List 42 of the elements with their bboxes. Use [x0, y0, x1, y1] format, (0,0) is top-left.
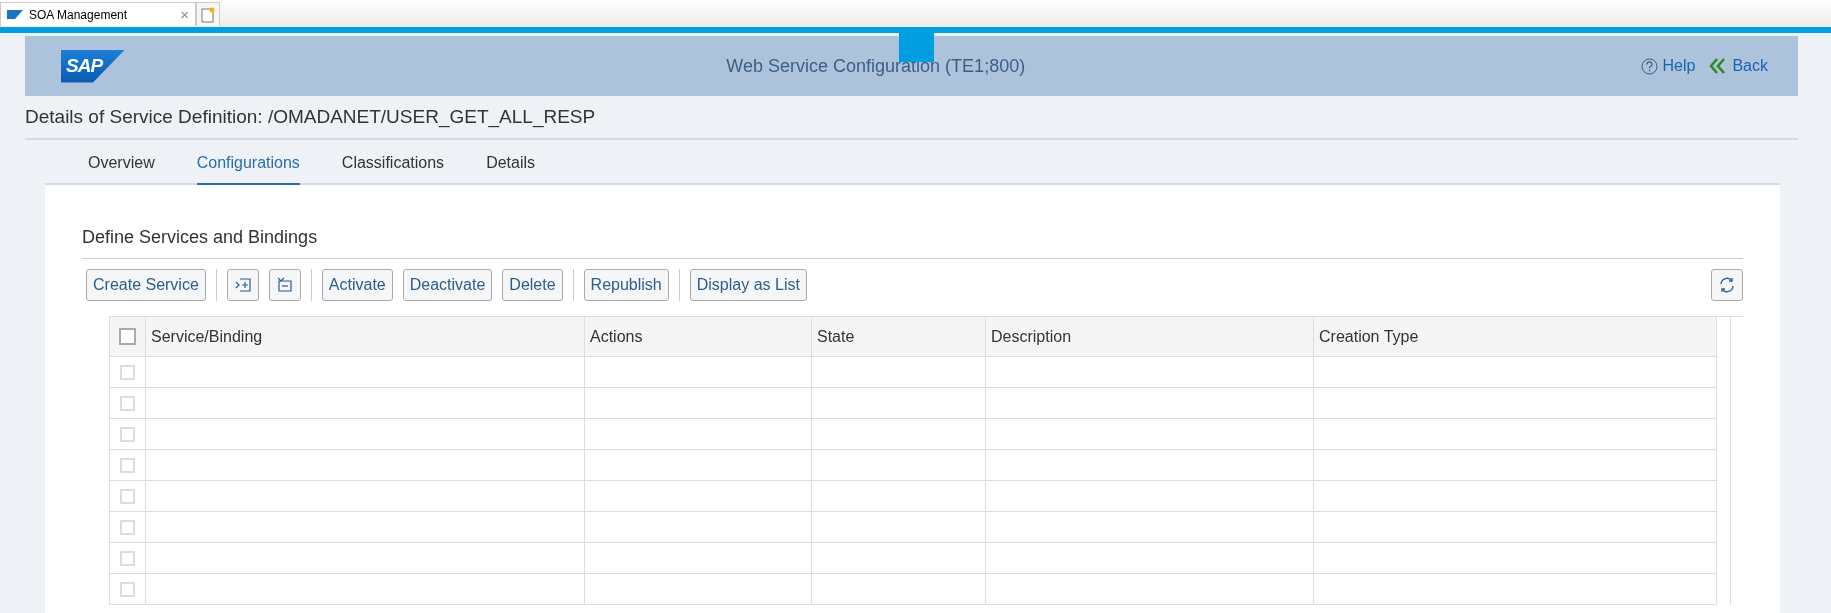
- toolbar-button[interactable]: Deactivate: [402, 269, 493, 301]
- row-checkbox[interactable]: [120, 395, 135, 411]
- row-checkbox[interactable]: [120, 426, 135, 442]
- row-checkbox[interactable]: [120, 581, 135, 597]
- sap-logo: SAP: [61, 49, 125, 83]
- section-title: Define Services and Bindings: [82, 185, 1743, 259]
- row-checkbox[interactable]: [120, 519, 135, 535]
- tab[interactable]: Classifications: [341, 154, 445, 185]
- column-header: Service/Binding: [146, 317, 585, 357]
- double-chevron-left-icon: [1709, 58, 1728, 74]
- toolbar-button[interactable]: Create Service: [86, 269, 206, 301]
- toolbar-button[interactable]: Delete: [502, 269, 563, 301]
- back-link[interactable]: Back: [1709, 57, 1768, 75]
- add-rows-icon: [233, 277, 252, 293]
- page-title: Details of Service Definition: /OMADANET/USER_GET_ALL_RESP: [25, 96, 1798, 140]
- icon-button[interactable]: [226, 269, 259, 301]
- help-icon: [1640, 57, 1658, 75]
- sap-logo-icon: [7, 10, 23, 19]
- tab[interactable]: Details: [486, 154, 536, 185]
- header-title: Web Service Configuration (TE1;800): [725, 55, 1027, 77]
- new-page-icon: [201, 6, 215, 23]
- row-checkbox[interactable]: [120, 550, 135, 566]
- column-header: State: [812, 317, 986, 357]
- browser-tab[interactable]: SOA Management ×: [0, 2, 196, 26]
- close-tab-button[interactable]: ×: [180, 6, 189, 23]
- column-header: Description: [986, 317, 1314, 357]
- browser-tab-title: SOA Management: [29, 7, 129, 22]
- refresh-button[interactable]: [1711, 269, 1743, 301]
- refresh-icon: [1718, 276, 1736, 294]
- row-checkbox[interactable]: [120, 364, 135, 380]
- row-checkbox[interactable]: [120, 457, 135, 473]
- toolbar-button[interactable]: Activate: [321, 269, 393, 301]
- toolbar-button[interactable]: Display as List: [689, 269, 807, 301]
- column-header: Actions: [585, 317, 812, 357]
- row-checkbox[interactable]: [120, 488, 135, 504]
- icon-button[interactable]: [268, 269, 301, 301]
- column-header: Creation Type: [1314, 317, 1717, 357]
- toolbar-button[interactable]: Republish: [583, 269, 669, 301]
- collapse-rows-icon: [275, 277, 294, 293]
- new-tab-button[interactable]: [196, 2, 220, 26]
- select-all-checkbox[interactable]: [119, 328, 136, 345]
- tab[interactable]: Overview: [88, 154, 155, 185]
